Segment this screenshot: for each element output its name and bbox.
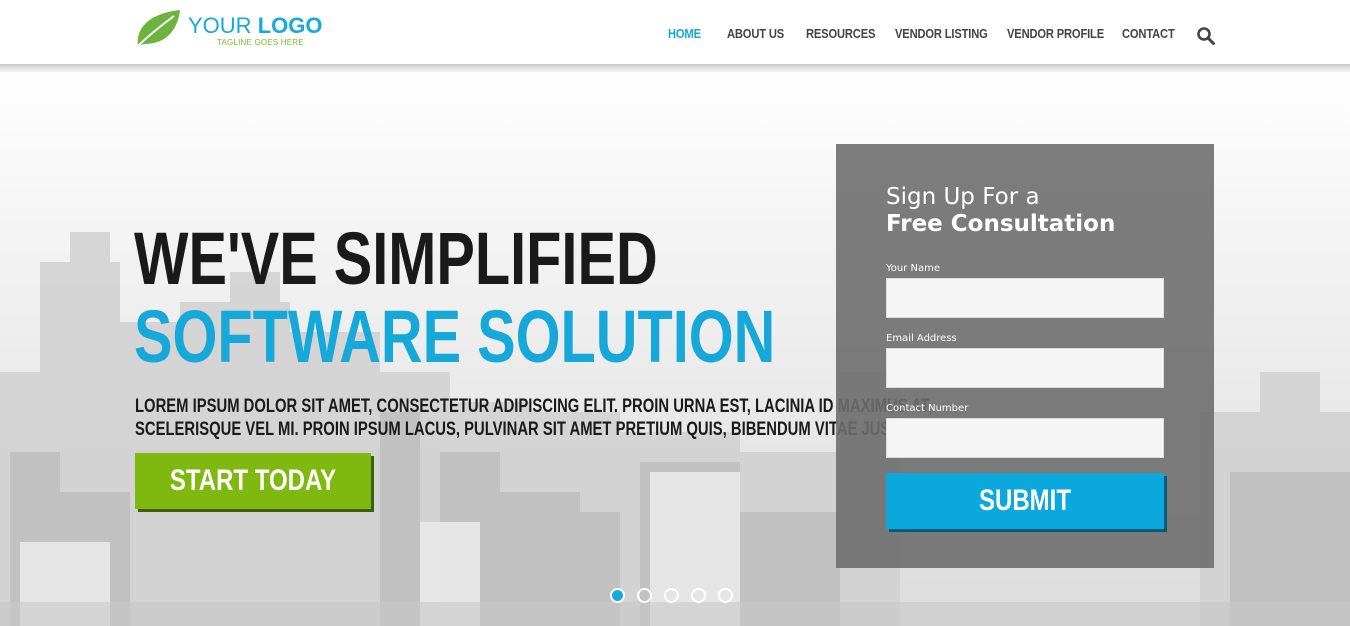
header-shadow	[0, 64, 1350, 72]
nav-contact[interactable]: CONTACT	[1122, 26, 1175, 41]
signup-form: Sign Up For a Free Consultation Your Nam…	[836, 144, 1214, 568]
name-label: Your Name	[886, 263, 941, 274]
start-today-button[interactable]: START TODAY	[135, 453, 371, 509]
submit-label: SUBMIT	[979, 484, 1071, 517]
hero-subtext-line2: SCELERISQUE VEL MI. PROIN IPSUM LACUS, P…	[135, 419, 915, 440]
site-header: YOUR LOGO TAGLINE GOES HERE HOME ABOUT U…	[0, 0, 1350, 64]
nav-vendor-profile[interactable]: VENDOR PROFILE	[1007, 26, 1104, 41]
hero-headline-line1: WE'VE SIMPLIFIED	[134, 217, 658, 300]
nav-resources[interactable]: RESOURCES	[806, 26, 875, 41]
search-button[interactable]	[1196, 26, 1216, 46]
search-icon	[1197, 27, 1215, 45]
slider-dot-1[interactable]	[610, 588, 625, 603]
nav-about-us[interactable]: ABOUT US	[727, 26, 784, 41]
nav-home[interactable]: HOME	[668, 26, 701, 41]
contact-number-label: Contact Number	[886, 403, 969, 414]
slider-dot-5[interactable]	[718, 588, 733, 603]
slider-dots	[610, 588, 740, 604]
email-input[interactable]	[886, 348, 1164, 388]
form-title-line2: Free Consultation	[886, 211, 1116, 237]
hero-subtext: LOREM IPSUM DOLOR SIT AMET, CONSECTETUR …	[135, 395, 933, 441]
slider-dot-4[interactable]	[691, 588, 706, 603]
hero-headline-line2: SOFTWARE SOLUTION	[134, 295, 776, 378]
hero-subtext-line1: LOREM IPSUM DOLOR SIT AMET, CONSECTETUR …	[135, 396, 933, 417]
nav-vendor-listing[interactable]: VENDOR LISTING	[895, 26, 988, 41]
main-nav: HOME ABOUT US RESOURCES VENDOR LISTING V…	[0, 26, 1350, 46]
email-label: Email Address	[886, 333, 957, 344]
slider-dot-2[interactable]	[637, 588, 652, 603]
submit-button[interactable]: SUBMIT	[886, 473, 1164, 529]
contact-number-input[interactable]	[886, 418, 1164, 458]
name-input[interactable]	[886, 278, 1164, 318]
start-today-label: START TODAY	[169, 464, 337, 497]
slider-dot-3[interactable]	[664, 588, 679, 603]
form-title-line1: Sign Up For a	[886, 184, 1040, 210]
